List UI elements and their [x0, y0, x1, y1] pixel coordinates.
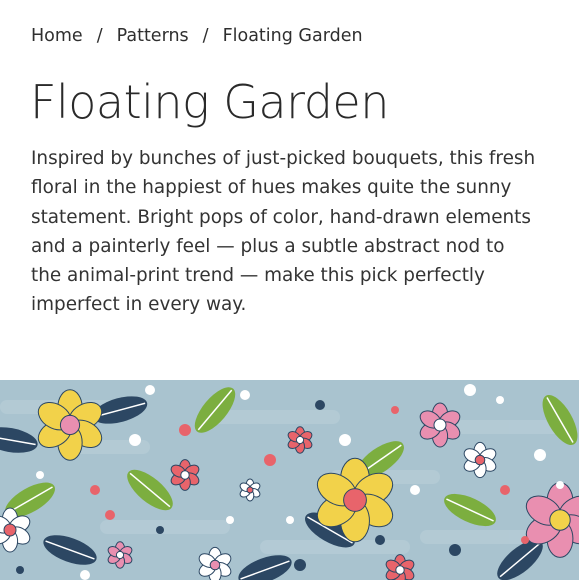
pattern-description: Inspired by bunches of just-picked bouqu…: [31, 144, 561, 320]
floral-pattern-graphic: [0, 380, 579, 580]
dot-shape: [90, 485, 100, 495]
breadcrumb: Home / Patterns / Floating Garden: [31, 24, 363, 48]
dot-shape: [129, 434, 141, 446]
dot-shape: [556, 481, 564, 489]
dot-shape: [179, 424, 191, 436]
dot-shape: [105, 510, 115, 520]
description-line: and a painterly feel — plus a subtle abs…: [31, 235, 505, 257]
description-line: the animal-print trend — make this pick …: [31, 265, 485, 287]
dot-shape: [145, 385, 155, 395]
dot-shape: [315, 400, 325, 410]
breadcrumb-separator: /: [202, 26, 209, 46]
dot-shape: [294, 559, 306, 571]
description-line: floral in the happiest of hues makes qui…: [31, 177, 512, 199]
dot-shape: [36, 471, 44, 479]
dot-shape: [226, 516, 234, 524]
breadcrumb-separator: /: [96, 26, 103, 46]
dot-shape: [286, 516, 294, 524]
dot-shape: [375, 535, 385, 545]
description-line: Inspired by bunches of just-picked bouqu…: [31, 148, 536, 169]
dot-shape: [339, 434, 351, 446]
dot-shape: [156, 526, 164, 534]
description-line: statement. Bright pops of color, hand-dr…: [31, 206, 531, 228]
dot-shape: [80, 570, 90, 580]
description-line: imperfect in every way.: [31, 294, 247, 316]
dot-shape: [500, 485, 510, 495]
breadcrumb-patterns-link[interactable]: Patterns: [117, 26, 189, 46]
dot-shape: [16, 566, 24, 574]
dot-shape: [391, 406, 399, 414]
dot-shape: [521, 536, 529, 544]
dot-shape: [464, 384, 476, 396]
breadcrumb-home-link[interactable]: Home: [31, 26, 83, 46]
dot-shape: [534, 449, 546, 461]
dot-shape: [449, 544, 461, 556]
breadcrumb-current: Floating Garden: [222, 26, 363, 46]
pattern-swatch-image: [0, 380, 579, 580]
dot-shape: [264, 454, 276, 466]
page-title: Floating Garden: [30, 75, 389, 129]
dot-shape: [240, 390, 250, 400]
dot-shape: [410, 485, 420, 495]
dot-shape: [496, 396, 504, 404]
